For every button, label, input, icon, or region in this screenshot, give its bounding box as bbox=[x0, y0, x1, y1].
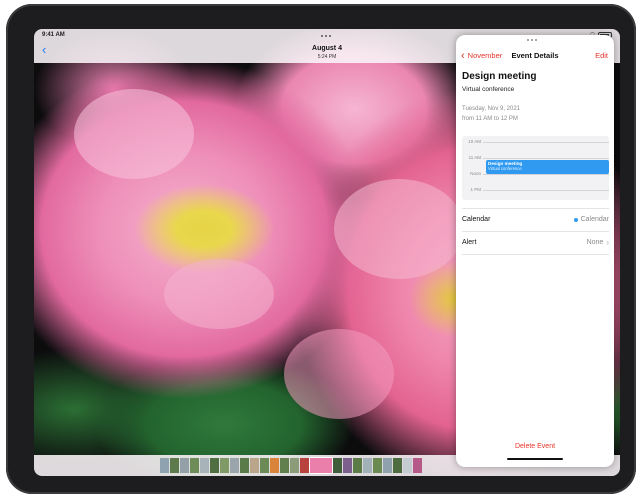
timeline-hour: Noon bbox=[462, 171, 609, 176]
status-time: 9:41 AM bbox=[42, 32, 65, 38]
thumbnail[interactable] bbox=[220, 458, 229, 473]
timeline-hour: 1 PM bbox=[462, 187, 609, 192]
alert-row[interactable]: Alert None › bbox=[462, 231, 609, 252]
calendar-value: Calendar bbox=[573, 216, 609, 223]
alert-label: Alert bbox=[462, 239, 477, 246]
thumbnail[interactable] bbox=[353, 458, 362, 473]
photo-highlight bbox=[74, 89, 194, 179]
alert-value-text: None bbox=[586, 239, 604, 246]
thumbnail-selected[interactable] bbox=[309, 457, 333, 474]
event-details-panel: ‹ November Event Details Edit Design mee… bbox=[456, 35, 614, 467]
delete-event-button[interactable]: Delete Event bbox=[456, 443, 614, 450]
event-title: Design meeting bbox=[462, 71, 537, 82]
thumbnail[interactable] bbox=[180, 458, 189, 473]
hour-label: Noon bbox=[470, 171, 481, 176]
day-timeline: 10 AM 11 AM Noon 1 PM Design meeting Vir… bbox=[462, 136, 609, 200]
photo-highlight bbox=[334, 179, 464, 279]
calendar-value-text: Calendar bbox=[580, 216, 609, 223]
chevron-right-icon: › bbox=[606, 237, 609, 247]
thumbnail[interactable] bbox=[250, 458, 259, 473]
timeline-event-sub: Virtual conference bbox=[488, 166, 522, 171]
timeline-hour: 11 AM bbox=[462, 155, 609, 160]
thumbnail[interactable] bbox=[333, 458, 342, 473]
thumbnail[interactable] bbox=[290, 458, 299, 473]
timeline-event-block[interactable]: Design meeting Virtual conference bbox=[486, 160, 609, 174]
photo-highlight bbox=[164, 259, 274, 329]
event-location: Virtual conference bbox=[462, 86, 515, 93]
screen: ‹ August 4 5:24 PM 9:41 AM ◠ bbox=[34, 29, 620, 476]
thumbnail[interactable] bbox=[413, 458, 422, 473]
panel-grabber-icon[interactable] bbox=[527, 39, 537, 41]
thumbnail[interactable] bbox=[300, 458, 309, 473]
hour-label: 11 AM bbox=[468, 155, 481, 160]
thumbnail[interactable] bbox=[260, 458, 269, 473]
panel-header: ‹ November Event Details Edit bbox=[456, 50, 614, 64]
edit-button[interactable]: Edit bbox=[595, 51, 608, 60]
thumbnail[interactable] bbox=[363, 458, 372, 473]
thumbnail[interactable] bbox=[170, 458, 179, 473]
thumbnail[interactable] bbox=[280, 458, 289, 473]
thumbnail[interactable] bbox=[160, 458, 169, 473]
ipad-device-frame: ‹ August 4 5:24 PM 9:41 AM ◠ bbox=[6, 4, 636, 494]
thumbnail[interactable] bbox=[373, 458, 382, 473]
thumbnail[interactable] bbox=[393, 458, 402, 473]
event-time-range: from 11 AM to 12 PM bbox=[462, 116, 518, 122]
thumbnail[interactable] bbox=[343, 458, 352, 473]
thumbnail[interactable] bbox=[230, 458, 239, 473]
panel-title: Event Details bbox=[511, 51, 559, 60]
thumbnail[interactable] bbox=[403, 458, 412, 473]
thumbnail[interactable] bbox=[240, 458, 249, 473]
photo-highlight bbox=[284, 329, 394, 419]
calendar-color-dot-icon bbox=[573, 217, 578, 222]
hour-label: 10 AM bbox=[468, 139, 481, 144]
alert-value: None › bbox=[586, 237, 609, 247]
thumbnail[interactable] bbox=[190, 458, 199, 473]
thumbnail[interactable] bbox=[200, 458, 209, 473]
thumbnail-strip[interactable] bbox=[160, 457, 422, 474]
thumbnail[interactable] bbox=[383, 458, 392, 473]
home-indicator[interactable] bbox=[507, 458, 563, 460]
row-divider bbox=[462, 254, 609, 255]
calendar-row[interactable]: Calendar Calendar bbox=[462, 208, 609, 229]
timeline-hour: 10 AM bbox=[462, 139, 609, 144]
thumbnail[interactable] bbox=[270, 458, 279, 473]
hour-label: 1 PM bbox=[470, 187, 481, 192]
thumbnail[interactable] bbox=[210, 458, 219, 473]
event-date: Tuesday, Nov 9, 2021 bbox=[462, 106, 521, 112]
calendar-label: Calendar bbox=[462, 216, 491, 223]
